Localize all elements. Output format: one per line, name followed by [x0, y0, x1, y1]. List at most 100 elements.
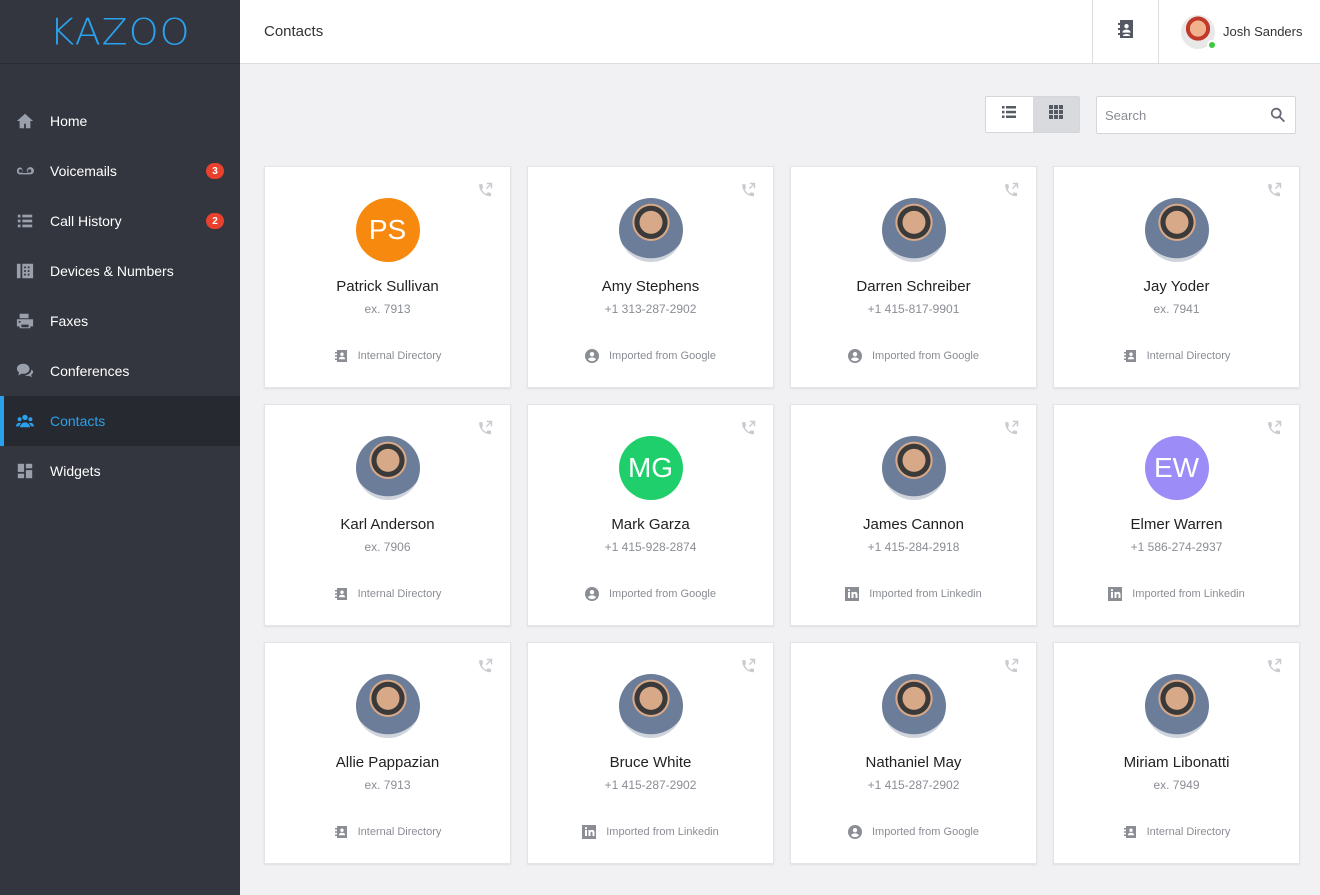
directory-icon [1123, 349, 1137, 363]
call-icon[interactable] [476, 419, 494, 437]
call-icon[interactable] [739, 657, 757, 675]
fax-icon [16, 312, 34, 330]
sidebar-item-conferences[interactable]: Conferences [0, 346, 240, 396]
logo[interactable]: KAZOO [0, 0, 240, 64]
contact-source-label: Imported from Linkedin [606, 826, 719, 838]
call-icon[interactable] [1265, 419, 1283, 437]
sidebar-item-widgets[interactable]: Widgets [0, 446, 240, 496]
avatar: PS [355, 198, 420, 262]
contact-name: Miriam Libonatti [1123, 754, 1230, 771]
call-icon[interactable] [476, 657, 494, 675]
contact-source: Imported from Linkedin [528, 825, 773, 839]
avatar: MG [618, 436, 683, 500]
contact-phone: ex. 7913 [364, 302, 411, 316]
contact-source-label: Imported from Linkedin [869, 588, 982, 600]
directory-icon [334, 825, 348, 839]
list-view-button[interactable] [986, 97, 1033, 132]
contact-source-label: Imported from Google [872, 350, 979, 362]
address-book-button[interactable] [1092, 0, 1158, 63]
sidebar-item-voicemails[interactable]: Voicemails 3 [0, 146, 240, 196]
contact-card[interactable]: Jay Yoder ex. 7941 Internal Directory [1053, 166, 1300, 388]
contact-card[interactable]: Darren Schreiber +1 415-817-9901 Importe… [790, 166, 1037, 388]
contact-phone: ex. 7906 [364, 540, 411, 554]
contact-name: Karl Anderson [340, 516, 435, 533]
sidebar-item-devices-numbers[interactable]: Devices & Numbers [0, 246, 240, 296]
contact-card[interactable]: Bruce White +1 415-287-2902 Imported fro… [527, 642, 774, 864]
contact-card[interactable]: Allie Pappazian ex. 7913 Internal Direct… [264, 642, 511, 864]
search-icon[interactable] [1269, 106, 1287, 124]
search-box [1096, 96, 1296, 134]
page-title: Contacts [264, 23, 324, 40]
sidebar-item-label: Contacts [50, 413, 106, 429]
sidebar-item-home[interactable]: Home [0, 96, 240, 146]
search-input[interactable] [1097, 97, 1257, 133]
sidebar-item-label: Voicemails [50, 163, 117, 179]
call-icon[interactable] [476, 181, 494, 199]
voicemail-count-badge: 3 [206, 163, 224, 179]
contact-name: Amy Stephens [601, 278, 700, 295]
call-icon[interactable] [739, 419, 757, 437]
avatar [618, 674, 683, 738]
contact-name: Elmer Warren [1130, 516, 1223, 533]
google-account-icon [585, 349, 599, 363]
address-book-icon [1116, 19, 1136, 44]
user-menu[interactable]: Josh Sanders [1158, 0, 1320, 63]
call-icon[interactable] [1002, 181, 1020, 199]
contact-card[interactable]: Nathaniel May +1 415-287-2902 Imported f… [790, 642, 1037, 864]
chat-icon [16, 362, 34, 380]
list-view-icon [1001, 104, 1017, 125]
contact-card[interactable]: MG Mark Garza +1 415-928-2874 Imported f… [527, 404, 774, 626]
avatar [618, 198, 683, 262]
contact-card[interactable]: PS Patrick Sullivan ex. 7913 Internal Di… [264, 166, 511, 388]
logo-text: KAZOO [49, 10, 191, 53]
contact-source: Imported from Google [791, 825, 1036, 839]
widgets-icon [16, 462, 34, 480]
contact-phone: +1 415-287-2902 [867, 778, 960, 792]
contact-source-label: Internal Directory [1146, 350, 1231, 362]
contact-card[interactable]: Miriam Libonatti ex. 7949 Internal Direc… [1053, 642, 1300, 864]
contact-source: Internal Directory [265, 349, 510, 363]
call-icon[interactable] [1265, 181, 1283, 199]
users-icon [16, 412, 34, 430]
user-name: Josh Sanders [1223, 24, 1303, 39]
contact-source-label: Internal Directory [1146, 826, 1231, 838]
contact-source-label: Internal Directory [357, 826, 442, 838]
call-icon[interactable] [1265, 657, 1283, 675]
call-icon[interactable] [1002, 657, 1020, 675]
contact-source: Internal Directory [265, 587, 510, 601]
linkedin-icon [582, 825, 597, 839]
view-toggle [985, 96, 1080, 133]
avatar: EW [1144, 436, 1209, 500]
contact-source: Internal Directory [265, 825, 510, 839]
contact-phone: +1 415-284-2918 [867, 540, 960, 554]
sidebar-nav: Home Voicemails 3 Call History 2 Devices… [0, 96, 240, 496]
contact-phone: +1 415-287-2902 [604, 778, 697, 792]
contact-name: Nathaniel May [865, 754, 962, 771]
call-icon[interactable] [739, 181, 757, 199]
avatar [881, 198, 946, 262]
call-icon[interactable] [1002, 419, 1020, 437]
avatar [1144, 674, 1209, 738]
contact-card[interactable]: Amy Stephens +1 313-287-2902 Imported fr… [527, 166, 774, 388]
sidebar-item-faxes[interactable]: Faxes [0, 296, 240, 346]
avatar [1181, 14, 1217, 50]
linkedin-icon [845, 587, 860, 601]
contact-card[interactable]: James Cannon +1 415-284-2918 Imported fr… [790, 404, 1037, 626]
google-account-icon [848, 349, 862, 363]
contact-name: James Cannon [863, 516, 964, 533]
grid-view-button[interactable] [1032, 97, 1079, 132]
contact-source-label: Imported from Google [872, 826, 979, 838]
contacts-grid: PS Patrick Sullivan ex. 7913 Internal Di… [264, 166, 1300, 864]
contact-source-label: Internal Directory [357, 588, 442, 600]
contact-phone: +1 415-817-9901 [867, 302, 960, 316]
avatar [1144, 198, 1209, 262]
contact-name: Allie Pappazian [335, 754, 440, 771]
directory-icon [334, 349, 348, 363]
contact-card[interactable]: EW Elmer Warren +1 586-274-2937 Imported… [1053, 404, 1300, 626]
directory-icon [334, 587, 348, 601]
sidebar-item-call-history[interactable]: Call History 2 [0, 196, 240, 246]
sidebar-item-contacts[interactable]: Contacts [0, 396, 240, 446]
call-history-count-badge: 2 [206, 213, 224, 229]
contact-card[interactable]: Karl Anderson ex. 7906 Internal Director… [264, 404, 511, 626]
avatar [355, 436, 420, 500]
